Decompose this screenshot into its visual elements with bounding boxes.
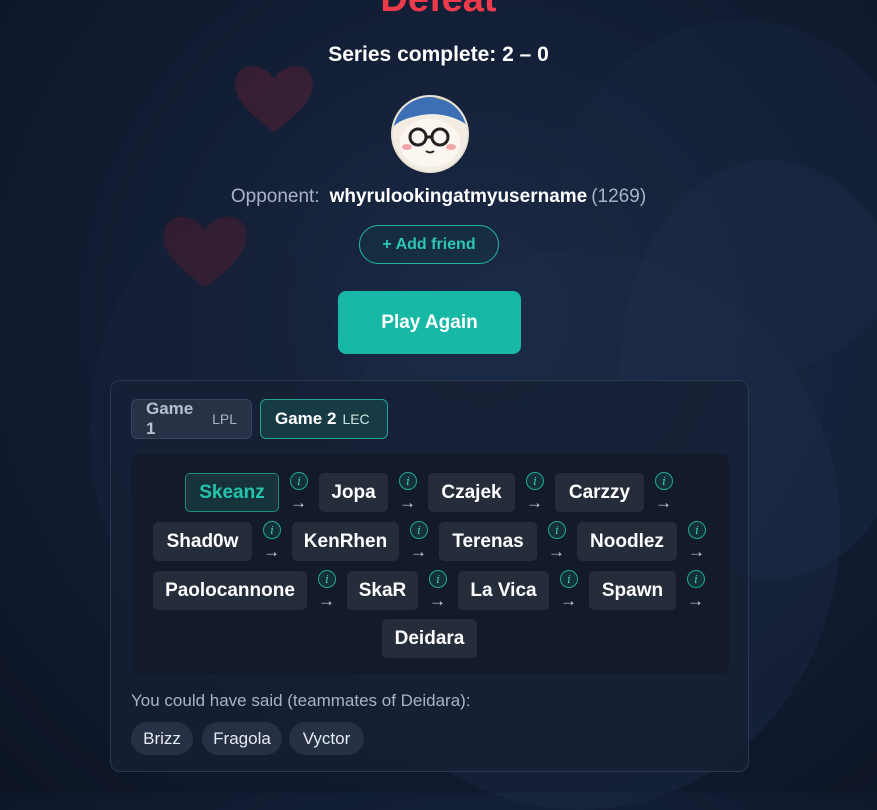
info-icon[interactable]: i [526,472,544,490]
chain-player: Shad0w [153,522,252,561]
opponent-avatar [391,95,469,173]
chain-player: Czajek [428,473,515,512]
chain-player: Spawn [589,571,676,610]
info-icon[interactable]: i [688,521,706,539]
tab-game-2[interactable]: Game 2 LEC [260,399,388,439]
opponent-username: whyrulookingatmyusername [329,186,588,207]
player-chain: Skeanz i → Jopa i → Czajek i → Carzzy i … [131,454,729,674]
add-friend-button[interactable]: + Add friend [359,225,499,264]
arrow-icon: → [290,493,307,512]
tab-league: LEC [342,411,370,427]
arrow-icon: → [687,591,704,610]
arrow-icon: → [410,542,427,561]
chain-player: Jopa [319,473,388,512]
chain-player: SkaR [347,571,418,610]
opponent-rating: (1269) [591,186,647,207]
info-icon[interactable]: i [399,472,417,490]
play-again-button[interactable]: Play Again [338,291,521,354]
info-icon[interactable]: i [429,570,447,588]
arrow-icon: → [560,591,577,610]
info-icon[interactable]: i [263,521,281,539]
chain-player: Carzzy [555,473,644,512]
game-details-panel: Game 1 LPL Game 2 LEC Skeanz i → Jopa i … [110,380,749,772]
info-icon[interactable]: i [410,521,428,539]
suggestion-chip: Fragola [202,722,282,755]
arrow-icon: → [548,542,565,561]
chain-player-start: Skeanz [185,473,279,512]
arrow-icon: → [688,542,705,561]
arrow-icon: → [526,493,543,512]
tab-label: Game 1 [146,399,194,438]
info-icon[interactable]: i [318,570,336,588]
arrow-icon: → [263,542,280,561]
opponent-label: Opponent: [230,186,320,207]
info-icon[interactable]: i [290,472,308,490]
arrow-icon: → [655,493,672,512]
tab-league: LPL [212,411,237,427]
tab-game-1[interactable]: Game 1 LPL [131,399,252,439]
info-icon[interactable]: i [687,570,705,588]
chain-player: La Vica [458,571,549,610]
chain-player: Paolocannone [153,571,307,610]
suggestion-chip: Brizz [131,722,193,755]
arrow-icon: → [429,591,446,610]
opponent-info: Opponent: whyrulookingatmyusername (1269) [0,186,877,208]
result-title: Defeat [0,0,877,21]
chain-player: KenRhen [292,522,399,561]
info-icon[interactable]: i [560,570,578,588]
heart-icon [160,210,250,290]
arrow-icon: → [318,591,335,610]
arrow-icon: → [399,493,416,512]
tab-label: Game 2 [275,409,337,428]
suggestion-chip: Vyctor [289,722,364,755]
suggestions-caption: You could have said (teammates of Deidar… [131,691,471,710]
chain-player: Terenas [439,522,537,561]
heart-icon [232,60,316,134]
info-icon[interactable]: i [655,472,673,490]
series-result: Series complete: 2 – 0 [328,43,549,66]
chain-player: Noodlez [577,522,677,561]
info-icon[interactable]: i [548,521,566,539]
chain-player-end: Deidara [382,619,477,658]
